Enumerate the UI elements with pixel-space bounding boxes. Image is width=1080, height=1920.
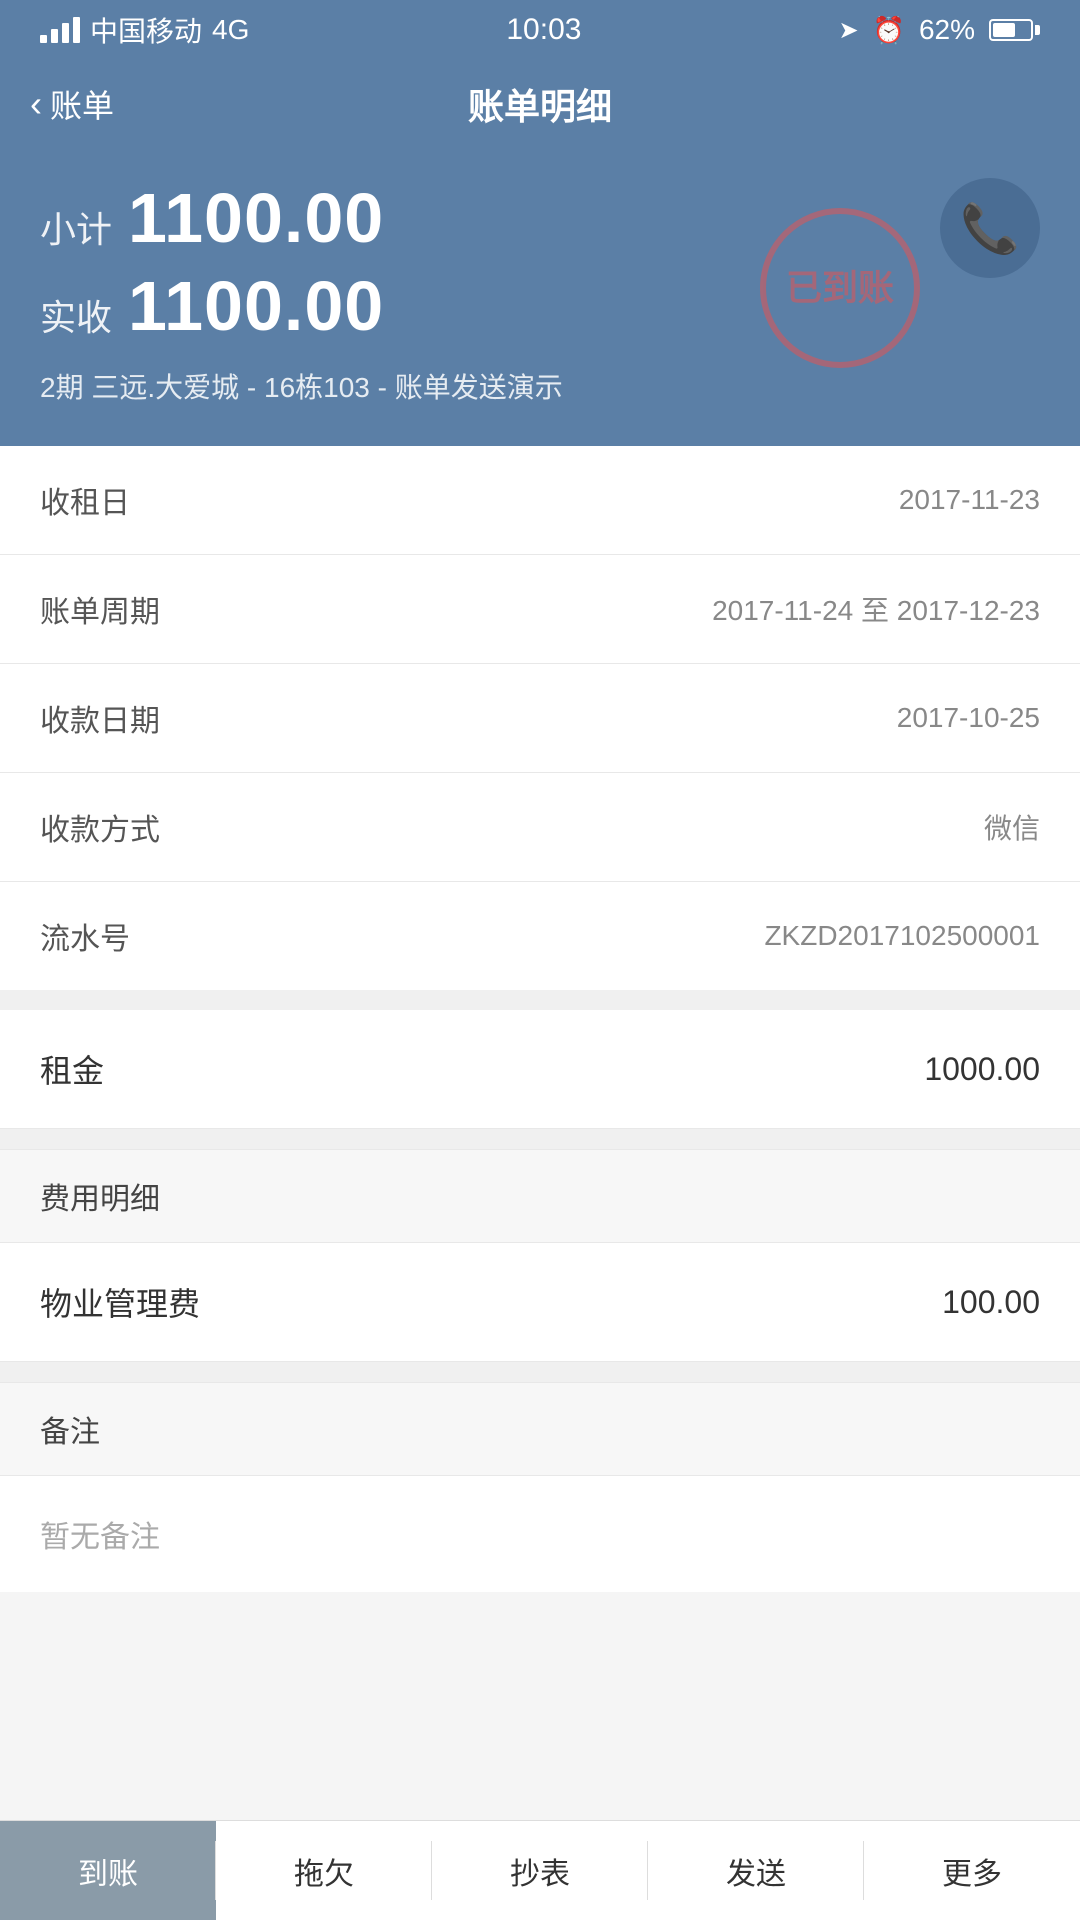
notes-section: 暂无备注 (0, 1476, 1080, 1592)
detail-section: 收租日 2017-11-23 账单周期 2017-11-24 至 2017-12… (0, 446, 1080, 990)
back-label: 账单 (50, 81, 114, 127)
detail-label-3: 收款方式 (40, 805, 160, 849)
alarm-icon: ⏰ (873, 15, 905, 46)
status-bar: 中国移动 4G 10:03 ➤ ⏰ 62% (0, 0, 1080, 60)
detail-value-4: ZKZD2017102500001 (764, 920, 1040, 952)
fee-section-header: 费用明细 (0, 1149, 1080, 1243)
header-info: 2期 三远.大爱城 - 16栋103 - 账单发送演示 (40, 366, 1040, 406)
status-left: 中国移动 4G (40, 10, 249, 50)
phone-icon: 📞 (960, 200, 1020, 257)
detail-value-0: 2017-11-23 (899, 484, 1040, 516)
bottom-spacer (0, 1592, 1080, 1712)
detail-row-1: 账单周期 2017-11-24 至 2017-12-23 (0, 555, 1080, 664)
tab-gengduo-label: 更多 (942, 1849, 1002, 1893)
notes-title: 备注 (40, 1416, 100, 1449)
detail-row-3: 收款方式 微信 (0, 773, 1080, 882)
detail-value-3: 微信 (984, 807, 1040, 847)
header-section: 小计 1100.00 实收 1100.00 2期 三远.大爱城 - 16栋103… (0, 148, 1080, 446)
tab-fasong[interactable]: 发送 (648, 1821, 864, 1920)
back-arrow-icon: ‹ (30, 86, 42, 122)
signal-icon (40, 17, 80, 43)
carrier-label: 中国移动 (90, 10, 202, 50)
fee-item-row-0: 物业管理费 100.00 (0, 1243, 1080, 1362)
tab-daozh[interactable]: 到账 (0, 1821, 216, 1920)
rent-value: 1000.00 (924, 1051, 1040, 1088)
tab-chaobiao-label: 抄表 (510, 1849, 570, 1893)
detail-label-4: 流水号 (40, 914, 130, 958)
status-right: ➤ ⏰ 62% (838, 14, 1040, 46)
divider-2 (0, 1129, 1080, 1149)
time-label: 10:03 (506, 13, 581, 47)
rent-label: 租金 (40, 1046, 104, 1092)
phone-button[interactable]: 📞 (940, 178, 1040, 278)
notes-section-header: 备注 (0, 1382, 1080, 1476)
battery-icon (989, 19, 1040, 41)
divider-1 (0, 990, 1080, 1010)
tab-fasong-label: 发送 (726, 1849, 786, 1893)
fee-item-value-0: 100.00 (942, 1284, 1040, 1321)
detail-label-2: 收款日期 (40, 696, 160, 740)
subtotal-label: 小计 (40, 201, 112, 253)
rent-item-row: 租金 1000.00 (0, 1010, 1080, 1129)
nav-bar: ‹ 账单 账单明细 (0, 60, 1080, 148)
tab-tuoqian-label: 拖欠 (294, 1849, 354, 1893)
detail-row-2: 收款日期 2017-10-25 (0, 664, 1080, 773)
tab-chaobiao[interactable]: 抄表 (432, 1821, 648, 1920)
fee-section-title: 费用明细 (40, 1183, 160, 1216)
received-row: 实收 1100.00 (40, 266, 1040, 346)
tab-gengduo[interactable]: 更多 (864, 1821, 1080, 1920)
battery-label: 62% (919, 14, 975, 46)
detail-label-0: 收租日 (40, 478, 130, 522)
notes-empty-text: 暂无备注 (0, 1476, 1080, 1592)
received-value: 1100.00 (128, 266, 384, 346)
detail-value-1: 2017-11-24 至 2017-12-23 (712, 589, 1040, 629)
received-label: 实收 (40, 289, 112, 341)
detail-label-1: 账单周期 (40, 587, 160, 631)
detail-value-2: 2017-10-25 (897, 702, 1040, 734)
tab-bar: 到账 拖欠 抄表 发送 更多 (0, 1820, 1080, 1920)
subtotal-value: 1100.00 (128, 178, 384, 258)
detail-row-4: 流水号 ZKZD2017102500001 (0, 882, 1080, 990)
page-title: 账单明细 (468, 78, 612, 130)
back-button[interactable]: ‹ 账单 (30, 81, 114, 127)
tab-daozh-label: 到账 (78, 1849, 138, 1893)
divider-3 (0, 1362, 1080, 1382)
network-label: 4G (212, 14, 249, 46)
tab-tuoqian[interactable]: 拖欠 (216, 1821, 432, 1920)
fee-item-label-0: 物业管理费 (40, 1279, 200, 1325)
subtotal-row: 小计 1100.00 (40, 178, 1040, 258)
header-amounts: 小计 1100.00 实收 1100.00 (40, 178, 1040, 346)
detail-row-0: 收租日 2017-11-23 (0, 446, 1080, 555)
location-icon: ➤ (838, 16, 858, 45)
